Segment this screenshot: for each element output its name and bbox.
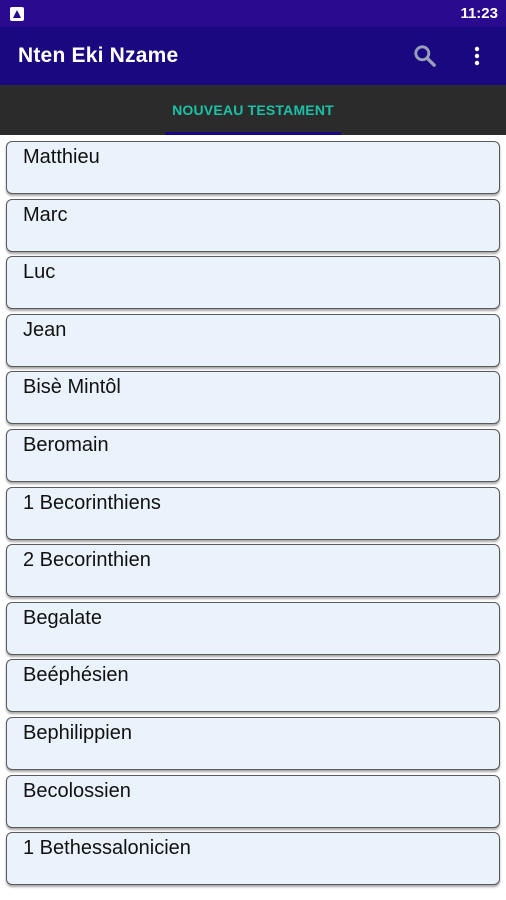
book-item-bise-mintol[interactable]: Bisè Mintôl <box>6 371 500 425</box>
book-item-luc[interactable]: Luc <box>6 256 500 310</box>
app-bar: Nten Eki Nzame <box>0 27 506 85</box>
status-bar: 11:23 <box>0 0 506 27</box>
book-item-begalate[interactable]: Begalate <box>6 601 500 655</box>
book-item-bephilippien[interactable]: Bephilippien <box>6 716 500 770</box>
book-item-beephesien[interactable]: Beéphésien <box>6 659 500 713</box>
book-list[interactable]: Matthieu Marc Luc Jean Bisè Mintôl Berom… <box>0 135 506 900</box>
app-bar-actions <box>408 39 494 73</box>
book-item-1-becorinthiens[interactable]: 1 Becorinthiens <box>6 486 500 540</box>
app-notification-icon <box>10 6 24 21</box>
status-time: 11:23 <box>460 5 498 22</box>
book-item-marc[interactable]: Marc <box>6 198 500 252</box>
book-item-1-bethessalonicien[interactable]: 1 Bethessalonicien <box>6 832 500 886</box>
book-item-beromain[interactable]: Beromain <box>6 428 500 482</box>
book-item-matthieu[interactable]: Matthieu <box>6 141 500 194</box>
book-item-2-becorinthien[interactable]: 2 Becorinthien <box>6 544 500 598</box>
tab-bar: NOUVEAU TESTAMENT <box>0 85 506 135</box>
book-item-jean[interactable]: Jean <box>6 313 500 367</box>
more-vert-icon[interactable] <box>460 39 494 73</box>
app-title: Nten Eki Nzame <box>18 44 179 67</box>
book-item-becolossien[interactable]: Becolossien <box>6 774 500 828</box>
tab-nouveau-testament[interactable]: NOUVEAU TESTAMENT <box>172 102 334 118</box>
tab-indicator <box>165 132 341 135</box>
search-icon[interactable] <box>408 39 442 73</box>
